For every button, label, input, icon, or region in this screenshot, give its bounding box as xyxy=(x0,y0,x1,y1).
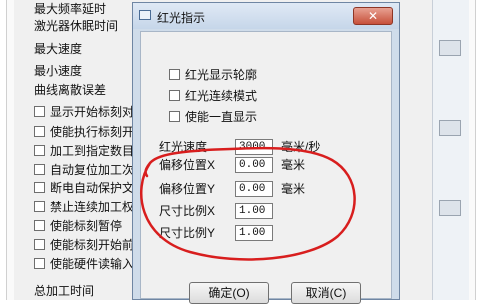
checkbox-show-outline[interactable]: 红光显示轮廓 xyxy=(169,66,257,83)
cancel-button[interactable]: 取消(C) xyxy=(291,282,361,304)
parent-checkbox-5[interactable]: 禁止连续加工权 xyxy=(34,198,134,215)
field-red-light-speed: 红光速度 3000 毫米/秒 xyxy=(159,138,321,155)
field-offset-y: 偏移位置Y 0.00 毫米 xyxy=(159,180,306,197)
panel-control[interactable] xyxy=(439,200,461,216)
label-curve-error: 曲线离散误差 xyxy=(34,83,107,97)
parent-checkbox-7[interactable]: 使能标刻开始前 xyxy=(34,236,134,253)
label-max-frequency-delay: 最大频率延时 xyxy=(34,2,107,16)
label-laser-sleep-time: 激光器休眠时间 xyxy=(34,19,119,33)
field-scale-x: 尺寸比例X 1.00 xyxy=(159,202,273,219)
panel-control[interactable] xyxy=(439,40,461,56)
checkbox-box[interactable] xyxy=(34,164,45,175)
field-offset-x: 偏移位置X 0.00 毫米 xyxy=(159,156,306,173)
checkbox-box[interactable] xyxy=(34,258,45,269)
dialog-title: 红光指示 xyxy=(157,11,206,25)
parent-right-panel xyxy=(432,0,469,300)
panel-control[interactable] xyxy=(439,120,461,136)
parent-checkbox-3[interactable]: 自动复位加工次 xyxy=(34,161,134,178)
parent-checkbox-8[interactable]: 使能硬件读输入 xyxy=(34,255,134,272)
parent-checkbox-4[interactable]: 断电自动保护文 xyxy=(34,179,134,196)
parent-checkbox-2[interactable]: 加工到指定数目 xyxy=(34,142,134,159)
dialog-titlebar[interactable]: 红光指示 ✕ xyxy=(133,3,399,29)
checkbox-continuous-mode[interactable]: 红光连续模式 xyxy=(169,87,257,104)
checkbox-box[interactable] xyxy=(34,126,45,137)
scale-y-input[interactable]: 1.00 xyxy=(235,224,273,241)
parent-checkbox-1[interactable]: 使能执行标刻开 xyxy=(34,123,134,140)
window-icon xyxy=(139,10,151,20)
checkbox-box[interactable] xyxy=(169,111,180,122)
checkbox-box[interactable] xyxy=(34,220,45,231)
checkbox-box[interactable] xyxy=(169,69,180,80)
parent-checkbox-6[interactable]: 使能标刻暂停 xyxy=(34,217,122,234)
field-scale-y: 尺寸比例Y 1.00 xyxy=(159,224,273,241)
checkbox-always-show[interactable]: 使能一直显示 xyxy=(169,108,257,125)
offset-y-input[interactable]: 0.00 xyxy=(235,180,273,197)
checkbox-box[interactable] xyxy=(34,106,45,117)
speed-input[interactable]: 3000 xyxy=(235,138,273,155)
label-max-speed: 最大速度 xyxy=(34,42,83,56)
parent-checkbox-0[interactable]: 显示开始标刻对 xyxy=(34,103,134,120)
ok-button[interactable]: 确定(O) xyxy=(189,282,269,304)
offset-x-input[interactable]: 0.00 xyxy=(235,156,273,173)
checkbox-box[interactable] xyxy=(34,145,45,156)
close-icon: ✕ xyxy=(367,9,379,23)
red-light-dialog: 红光指示 ✕ 红光显示轮廓 红光连续模式 使能一直显示 红光速度 3000 毫米… xyxy=(132,2,400,304)
dialog-client-area: 红光显示轮廓 红光连续模式 使能一直显示 红光速度 3000 毫米/秒 偏移位置… xyxy=(140,31,392,304)
label-total-process-time: 总加工时间 xyxy=(34,284,95,298)
scale-x-input[interactable]: 1.00 xyxy=(235,202,273,219)
checkbox-box[interactable] xyxy=(34,239,45,250)
checkbox-box[interactable] xyxy=(34,201,45,212)
checkbox-box[interactable] xyxy=(169,90,180,101)
checkbox-box[interactable] xyxy=(34,182,45,193)
close-button[interactable]: ✕ xyxy=(353,7,393,25)
label-min-speed: 最小速度 xyxy=(34,64,83,78)
